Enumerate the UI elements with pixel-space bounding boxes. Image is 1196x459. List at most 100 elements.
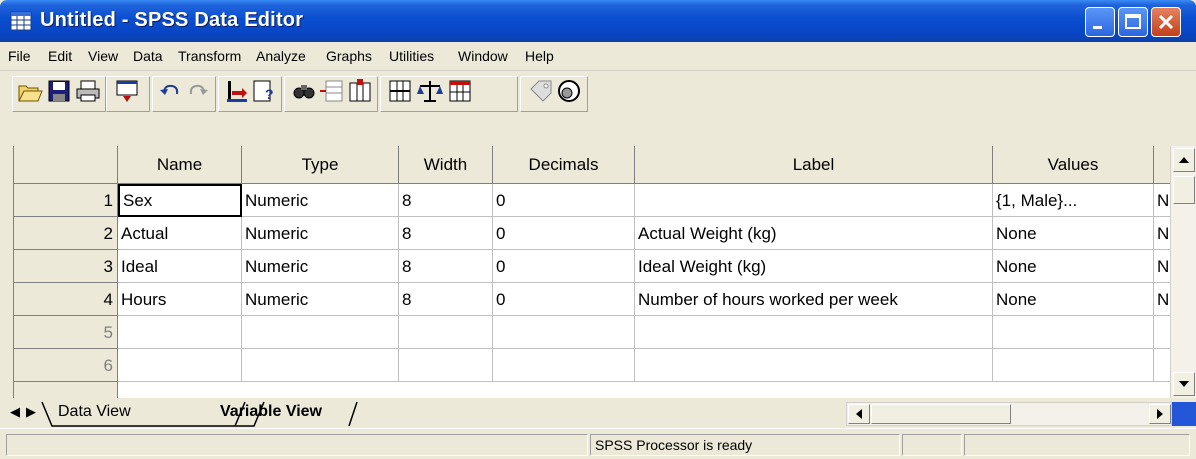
column-header-label[interactable]: Label	[635, 146, 993, 184]
value-labels-icon[interactable]	[527, 77, 555, 105]
menu-graphs[interactable]: Graphs	[326, 48, 372, 64]
cell-decimals-5[interactable]	[493, 316, 635, 349]
horizontal-scroll-thumb[interactable]	[871, 404, 1011, 424]
open-file-icon[interactable]	[16, 77, 44, 105]
row-header-4[interactable]: 4	[14, 283, 118, 316]
row-header-3[interactable]: 3	[14, 250, 118, 283]
menu-edit[interactable]: Edit	[48, 48, 72, 64]
cell-missing-6[interactable]	[1154, 349, 1171, 382]
vertical-scroll-thumb[interactable]	[1173, 176, 1195, 204]
scroll-right-button[interactable]	[1149, 404, 1171, 424]
cell-missing-5[interactable]	[1154, 316, 1171, 349]
corner-header[interactable]	[14, 146, 118, 184]
menu-file[interactable]: File	[8, 48, 31, 64]
row-header-7[interactable]	[14, 382, 118, 398]
variable-grid[interactable]: Name Type Width Decimals Label Values 1 …	[13, 146, 1171, 398]
tab-prev-icon[interactable]: ◀	[10, 404, 20, 420]
cell-name-6[interactable]	[118, 349, 242, 382]
cell-values-2[interactable]: None	[993, 217, 1154, 250]
cell-decimals-3[interactable]: 0	[493, 250, 635, 283]
use-sets-icon[interactable]	[555, 77, 583, 105]
tab-next-icon[interactable]: ▶	[26, 404, 36, 420]
cell-label-4[interactable]: Number of hours worked per week	[635, 283, 993, 316]
menu-transform[interactable]: Transform	[178, 48, 241, 64]
minimize-button[interactable]	[1085, 7, 1115, 37]
row-header-5[interactable]: 5	[14, 316, 118, 349]
menu-utilities[interactable]: Utilities	[389, 48, 434, 64]
cell-values-3[interactable]: None	[993, 250, 1154, 283]
cell-width-6[interactable]	[399, 349, 493, 382]
tab-variable-view[interactable]: Variable View	[220, 403, 322, 421]
row-header-6[interactable]: 6	[14, 349, 118, 382]
horizontal-scrollbar[interactable]	[846, 402, 1172, 426]
insert-variable-icon[interactable]	[346, 77, 374, 105]
cell-width-5[interactable]	[399, 316, 493, 349]
cell-label-2[interactable]: Actual Weight (kg)	[635, 217, 993, 250]
select-cases-icon[interactable]	[446, 77, 474, 105]
row-header-1[interactable]: 1	[14, 184, 118, 217]
menu-data[interactable]: Data	[133, 48, 163, 64]
cell-type-6[interactable]	[242, 349, 399, 382]
cell-values-1[interactable]: {1, Male}...	[993, 184, 1154, 217]
undo-icon[interactable]	[156, 77, 184, 105]
cell-name-4[interactable]: Hours	[118, 283, 242, 316]
close-button[interactable]	[1151, 7, 1181, 37]
cell-name-5[interactable]	[118, 316, 242, 349]
cell-type-4[interactable]: Numeric	[242, 283, 399, 316]
save-icon[interactable]	[45, 77, 73, 105]
cell-missing-2[interactable]: N	[1154, 217, 1171, 250]
cell-values-4[interactable]: None	[993, 283, 1154, 316]
scroll-up-button[interactable]	[1173, 148, 1195, 172]
cell-missing-4[interactable]: N	[1154, 283, 1171, 316]
column-header-values[interactable]: Values	[993, 146, 1154, 184]
menu-analyze[interactable]: Analyze	[256, 48, 306, 64]
menu-help[interactable]: Help	[525, 48, 554, 64]
vertical-scrollbar[interactable]	[1170, 146, 1196, 398]
column-header-type[interactable]: Type	[242, 146, 399, 184]
cell-type-3[interactable]: Numeric	[242, 250, 399, 283]
dialog-recall-icon[interactable]	[113, 77, 141, 105]
cell-type-2[interactable]: Numeric	[242, 217, 399, 250]
tab-data-view[interactable]: Data View	[58, 403, 131, 421]
cell-values-6[interactable]	[993, 349, 1154, 382]
cell-width-4[interactable]: 8	[399, 283, 493, 316]
cell-label-1[interactable]	[635, 184, 993, 217]
split-file-icon[interactable]	[386, 77, 414, 105]
column-header-name[interactable]: Name	[118, 146, 242, 184]
scroll-down-button[interactable]	[1173, 372, 1195, 396]
menu-window[interactable]: Window	[458, 48, 508, 64]
goto-case-icon[interactable]	[222, 77, 250, 105]
redo-icon[interactable]	[184, 77, 212, 105]
cell-width-3[interactable]: 8	[399, 250, 493, 283]
cell-label-5[interactable]	[635, 316, 993, 349]
variables-icon[interactable]: ?	[250, 77, 278, 105]
cell-type-5[interactable]	[242, 316, 399, 349]
scroll-left-button[interactable]	[848, 404, 870, 424]
menu-view[interactable]: View	[88, 48, 118, 64]
cell-label-6[interactable]	[635, 349, 993, 382]
cell-decimals-4[interactable]: 0	[493, 283, 635, 316]
find-icon[interactable]	[290, 77, 318, 105]
cell-values-5[interactable]	[993, 316, 1154, 349]
cell-name-2[interactable]: Actual	[118, 217, 242, 250]
cell-width-2[interactable]: 8	[399, 217, 493, 250]
cell-missing-3[interactable]: N	[1154, 250, 1171, 283]
cell-label-3[interactable]: Ideal Weight (kg)	[635, 250, 993, 283]
cell-missing-1[interactable]: N	[1154, 184, 1171, 217]
spss-grid-icon[interactable]	[10, 10, 32, 32]
insert-cases-icon[interactable]	[318, 77, 346, 105]
print-icon[interactable]	[74, 77, 102, 105]
cell-decimals-1[interactable]: 0	[493, 184, 635, 217]
cell-name-3[interactable]: Ideal	[118, 250, 242, 283]
cell-name-1[interactable]: Sex	[118, 184, 242, 217]
row-header-2[interactable]: 2	[14, 217, 118, 250]
weight-cases-icon[interactable]	[416, 77, 444, 105]
column-header-width[interactable]: Width	[399, 146, 493, 184]
cell-decimals-6[interactable]	[493, 349, 635, 382]
cell-type-1[interactable]: Numeric	[242, 184, 399, 217]
maximize-button[interactable]	[1118, 7, 1148, 37]
cell-decimals-2[interactable]: 0	[493, 217, 635, 250]
title-bar[interactable]: Untitled - SPSS Data Editor	[0, 0, 1196, 42]
column-header-missing[interactable]	[1154, 146, 1171, 184]
cell-width-1[interactable]: 8	[399, 184, 493, 217]
